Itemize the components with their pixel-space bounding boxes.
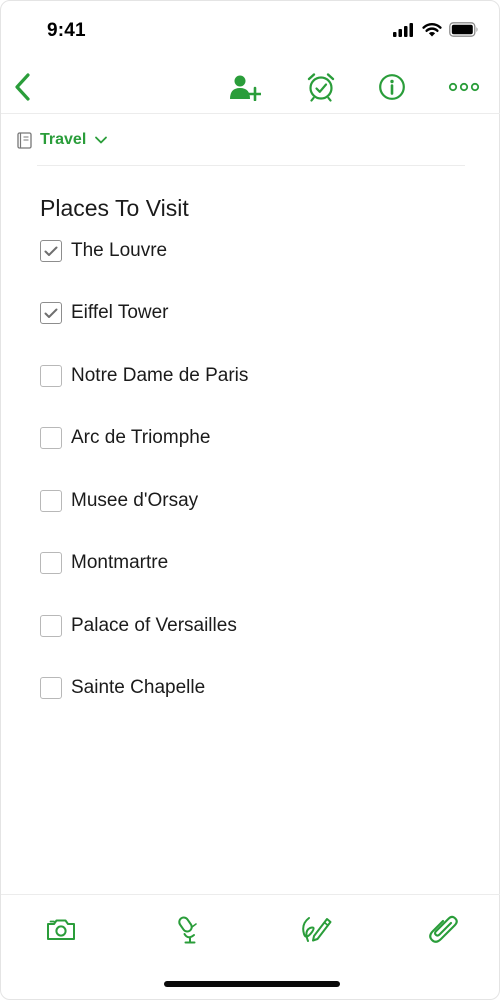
attach-button[interactable]: [424, 909, 464, 949]
notebook-label: Travel: [40, 131, 87, 148]
status-bar: 9:41: [1, 1, 500, 59]
paperclip-icon: [429, 915, 458, 943]
checklist-item-label[interactable]: The Louvre: [71, 240, 167, 262]
audio-button[interactable]: [168, 909, 208, 949]
nav-divider: [1, 113, 500, 114]
cellular-signal-icon: [393, 22, 413, 37]
note-title[interactable]: Places To Visit: [40, 195, 189, 222]
checkbox[interactable]: [40, 365, 62, 387]
more-button[interactable]: [444, 67, 484, 107]
microphone-icon: [178, 916, 197, 944]
checklist-item-label[interactable]: Arc de Triomphe: [71, 427, 210, 449]
checklist-item: Arc de Triomphe: [40, 418, 460, 458]
checkbox[interactable]: [40, 677, 62, 699]
add-person-icon: [230, 75, 261, 101]
status-time: 9:41: [47, 20, 86, 41]
share-button[interactable]: [225, 67, 265, 107]
notebook-selector[interactable]: Travel: [17, 127, 108, 153]
checkmark-icon: [44, 246, 58, 256]
info-icon: [379, 74, 405, 100]
notebook-divider: [37, 165, 465, 166]
toolbar-divider: [1, 894, 500, 895]
chevron-left-icon: [15, 73, 30, 101]
checklist-item-label[interactable]: Notre Dame de Paris: [71, 365, 248, 387]
checklist-item-label[interactable]: Musee d'Orsay: [71, 490, 198, 512]
back-button[interactable]: [3, 67, 43, 107]
checklist-item: Montmartre: [40, 543, 460, 583]
chevron-down-icon: [95, 136, 108, 144]
info-button[interactable]: [372, 67, 412, 107]
checklist-item: The Louvre: [40, 231, 460, 271]
phone-screen: 9:41 Travel Places To Visit The Louvre E…: [0, 0, 500, 1000]
checkbox[interactable]: [40, 427, 62, 449]
sketch-button[interactable]: [296, 909, 336, 949]
battery-icon: [449, 22, 478, 37]
wifi-icon: [422, 23, 442, 37]
checklist-item: Sainte Chapelle: [40, 668, 460, 708]
checklist-item: Notre Dame de Paris: [40, 356, 460, 396]
status-icons: [393, 22, 479, 37]
checkbox[interactable]: [40, 615, 62, 637]
checklist-item: Musee d'Orsay: [40, 481, 460, 521]
camera-icon: [47, 919, 75, 940]
checkbox[interactable]: [40, 240, 62, 262]
checkmark-icon: [44, 308, 58, 318]
checklist-item-label[interactable]: Eiffel Tower: [71, 302, 169, 324]
checkbox[interactable]: [40, 552, 62, 574]
reminder-button[interactable]: [301, 67, 341, 107]
checklist-item-label[interactable]: Sainte Chapelle: [71, 677, 205, 699]
camera-button[interactable]: [41, 909, 81, 949]
more-dots-icon: [448, 82, 480, 92]
nav-bar: [1, 59, 500, 113]
checklist-item-label[interactable]: Palace of Versailles: [71, 615, 237, 637]
checklist-item: Palace of Versailles: [40, 606, 460, 646]
checkbox[interactable]: [40, 490, 62, 512]
checkbox[interactable]: [40, 302, 62, 324]
home-indicator[interactable]: [164, 981, 340, 987]
checklist-item-label[interactable]: Montmartre: [71, 552, 168, 574]
notebook-icon: [17, 131, 32, 149]
checklist-item: Eiffel Tower: [40, 293, 460, 333]
alarm-clock-icon: [307, 73, 335, 102]
handwriting-pen-icon: [302, 917, 332, 942]
